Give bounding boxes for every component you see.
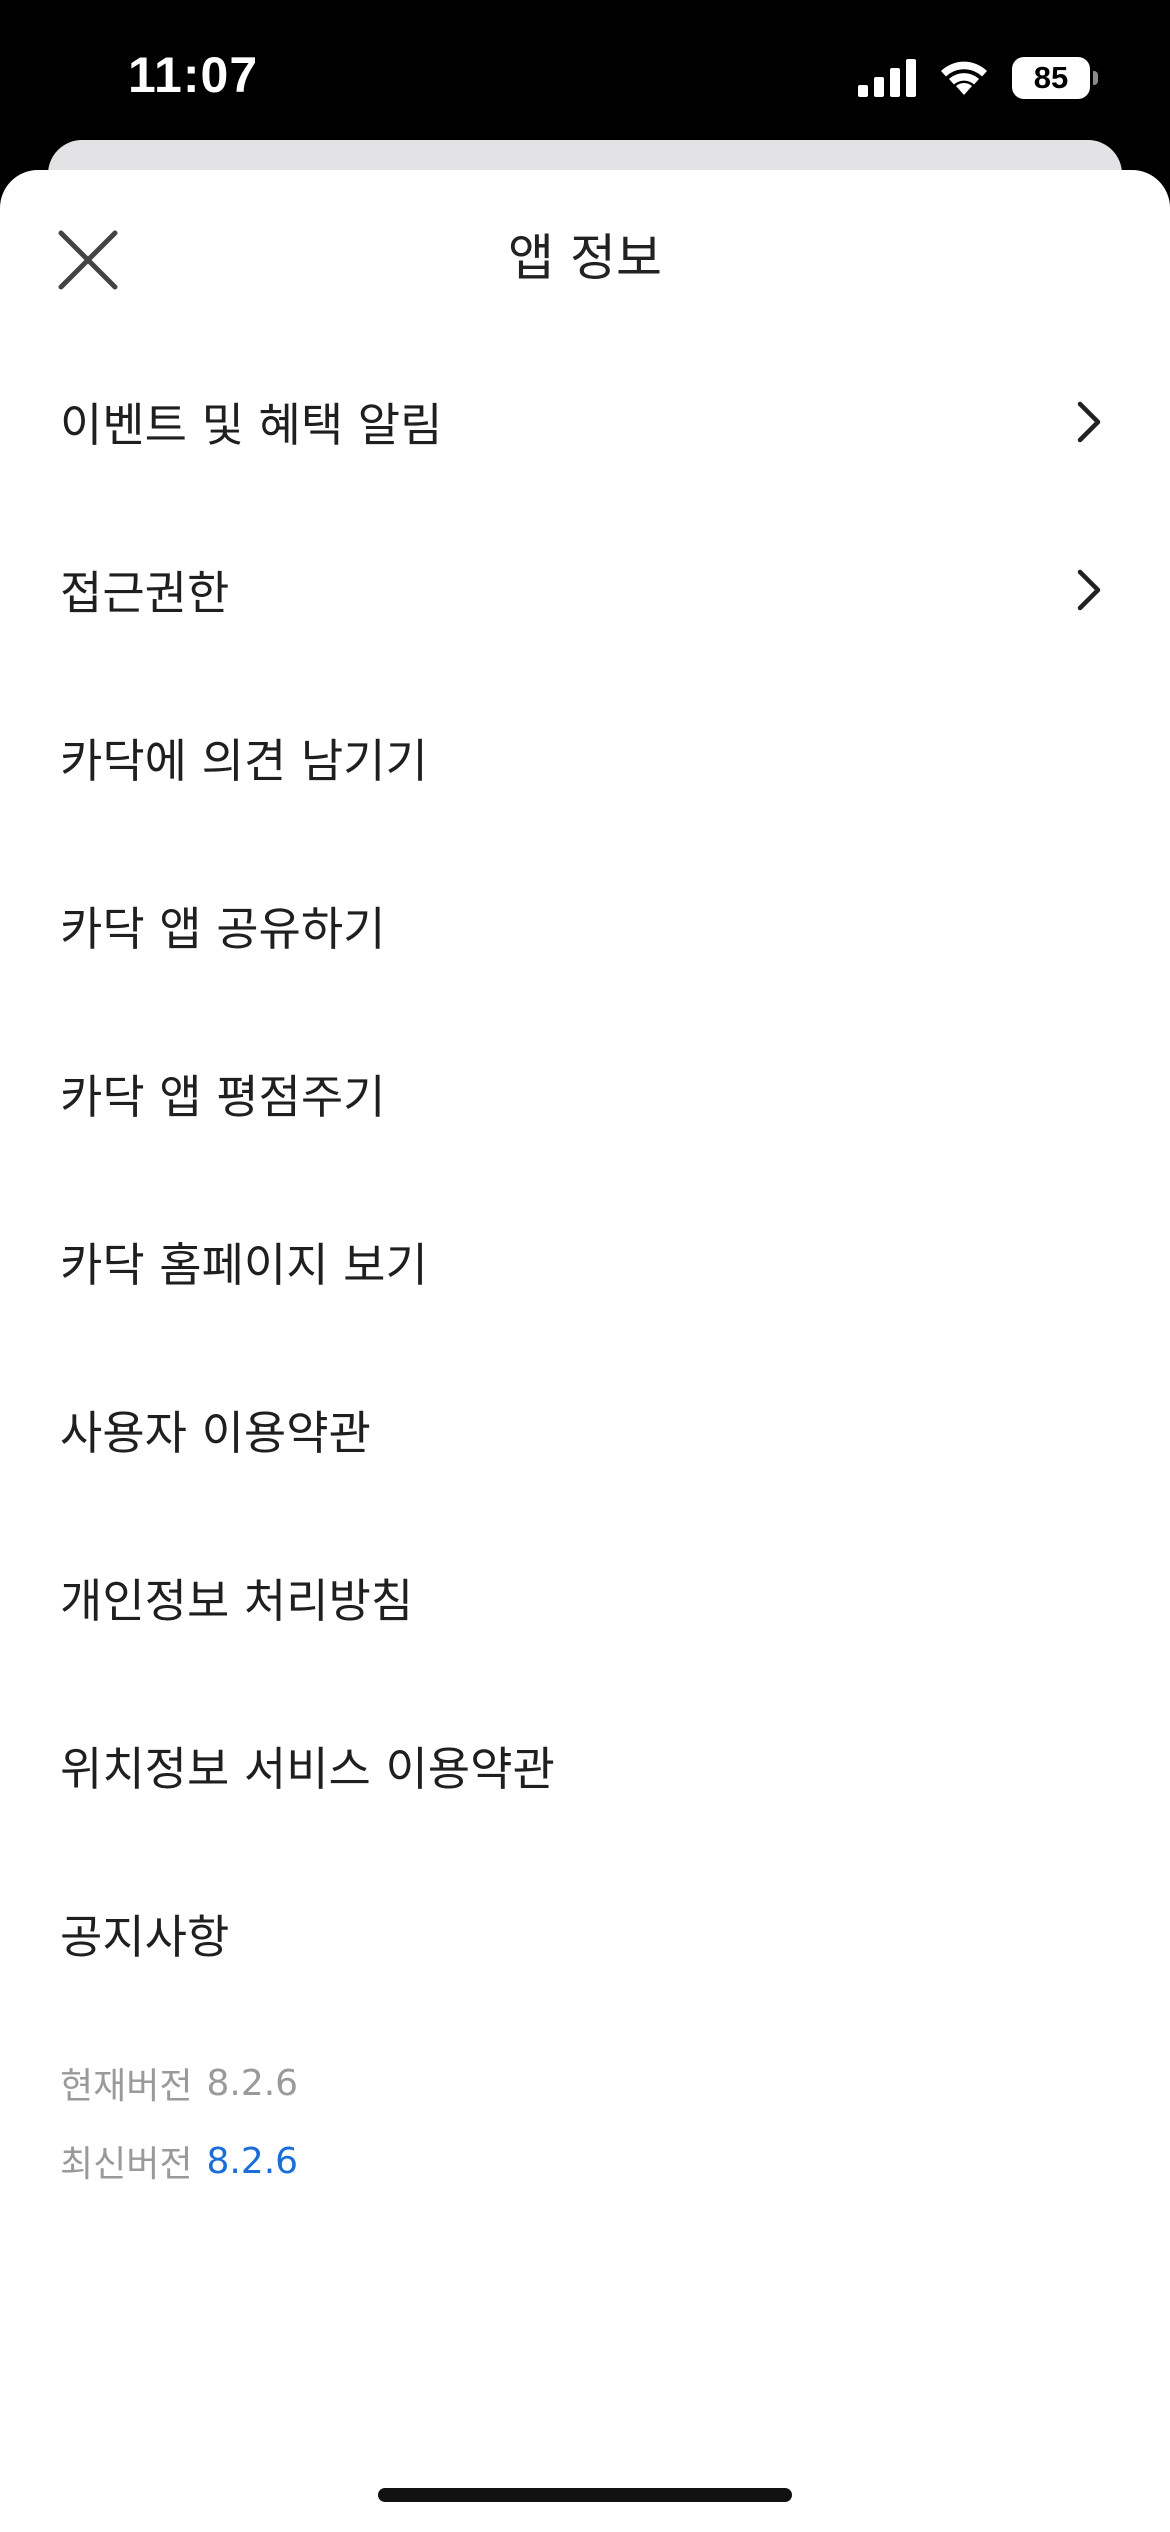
battery-nub [1093, 71, 1098, 85]
menu-item-label: 카닥 앱 공유하기 [60, 902, 386, 956]
chevron-right-icon [1070, 399, 1106, 445]
sheet-header: 앱 정보 [0, 170, 1170, 338]
app-info-sheet: 앱 정보 이벤트 및 혜택 알림 접근권한 카닥에 의견 남기기 카닥 앱 공유… [0, 170, 1170, 2532]
latest-version-label: 최신버전 [60, 2144, 193, 2185]
battery-level: 85 [1033, 60, 1069, 95]
menu-item-label: 접근권한 [60, 566, 230, 620]
menu-item-label: 개인정보 처리방침 [60, 1574, 414, 1628]
menu-item-event-notifications[interactable]: 이벤트 및 혜택 알림 [0, 338, 1170, 506]
home-indicator[interactable] [378, 2488, 792, 2502]
menu-item-privacy-policy[interactable]: 개인정보 처리방침 [0, 1514, 1170, 1682]
page-title: 앱 정보 [508, 229, 662, 287]
menu-item-share-app[interactable]: 카닥 앱 공유하기 [0, 842, 1170, 1010]
battery-icon: 85 [1012, 57, 1098, 99]
menu-item-label: 위치정보 서비스 이용약관 [60, 1742, 555, 1796]
chevron-right-icon [1070, 567, 1106, 613]
menu-item-label: 이벤트 및 혜택 알림 [60, 398, 443, 452]
status-bar: 11:07 85 [0, 0, 1170, 150]
menu-item-location-terms[interactable]: 위치정보 서비스 이용약관 [0, 1682, 1170, 1850]
current-version-value: 8.2.6 [206, 2062, 299, 2104]
latest-version-value: 8.2.6 [206, 2140, 299, 2182]
menu-item-leave-feedback[interactable]: 카닥에 의견 남기기 [0, 674, 1170, 842]
menu-item-label: 공지사항 [60, 1910, 230, 1964]
menu-item-label: 카닥 앱 평점주기 [60, 1070, 386, 1124]
menu-list: 이벤트 및 혜택 알림 접근권한 카닥에 의견 남기기 카닥 앱 공유하기 카닥… [0, 338, 1170, 2018]
wifi-icon [941, 61, 987, 95]
cellular-signal-icon [858, 59, 916, 97]
menu-item-access-permissions[interactable]: 접근권한 [0, 506, 1170, 674]
menu-item-label: 카닥에 의견 남기기 [60, 734, 428, 788]
menu-item-label: 사용자 이용약관 [60, 1406, 371, 1460]
version-info: 현재버전 8.2.6 최신버전 8.2.6 [60, 2044, 298, 2200]
status-time: 11:07 [128, 47, 259, 103]
status-icons: 85 [858, 54, 1098, 102]
current-version-label: 현재버전 [60, 2066, 193, 2107]
menu-item-rate-app[interactable]: 카닥 앱 평점주기 [0, 1010, 1170, 1178]
current-version-row: 현재버전 8.2.6 [60, 2044, 298, 2122]
menu-item-terms-of-use[interactable]: 사용자 이용약관 [0, 1346, 1170, 1514]
latest-version-row: 최신버전 8.2.6 [60, 2122, 298, 2200]
menu-item-view-homepage[interactable]: 카닥 홈페이지 보기 [0, 1178, 1170, 1346]
menu-item-notices[interactable]: 공지사항 [0, 1850, 1170, 2018]
menu-item-label: 카닥 홈페이지 보기 [60, 1238, 428, 1292]
